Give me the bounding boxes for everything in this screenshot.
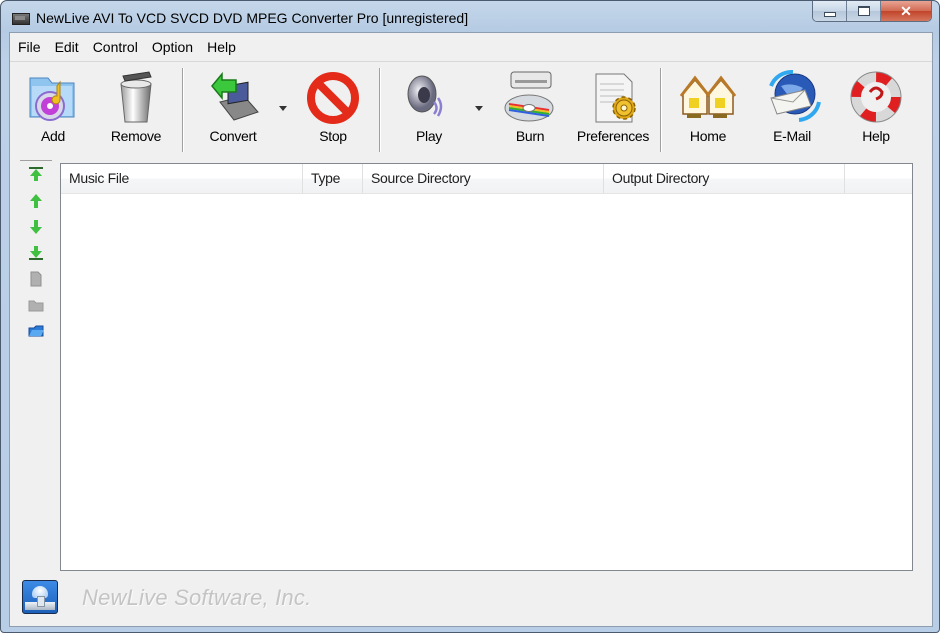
toolbar-separator <box>660 68 662 152</box>
maximize-icon <box>857 6 870 16</box>
menu-option[interactable]: Option <box>152 39 200 55</box>
folder-button-disabled[interactable] <box>27 296 45 314</box>
stop-icon <box>307 72 359 124</box>
move-to-bottom-icon <box>29 246 43 260</box>
toolbar-separator <box>182 68 184 152</box>
arrow-down-icon <box>30 220 42 234</box>
company-name: NewLive Software, Inc. <box>82 585 312 610</box>
close-icon: ✕ <box>900 2 912 19</box>
app-window: NewLive AVI To VCD SVCD DVD MPEG Convert… <box>0 0 940 633</box>
help-label: Help <box>862 128 890 144</box>
home-icon <box>679 75 737 118</box>
add-label: Add <box>40 128 65 144</box>
preferences-gear-icon <box>595 73 636 123</box>
email-button[interactable]: E-Mail <box>762 68 822 148</box>
menu-help[interactable]: Help <box>207 39 243 55</box>
title-bar: NewLive AVI To VCD SVCD DVD MPEG Convert… <box>1 1 939 33</box>
column-header-source-directory[interactable]: Source Directory <box>363 164 604 193</box>
menu-bar: File Edit Control Option Help <box>10 33 932 62</box>
add-button[interactable]: Add <box>23 68 83 148</box>
arrow-up-icon <box>30 194 42 208</box>
client-area: File Edit Control Option Help Add Remove… <box>9 32 933 627</box>
move-to-top-button[interactable] <box>27 165 45 183</box>
add-music-folder-icon <box>29 77 75 121</box>
move-to-top-icon <box>29 167 43 181</box>
email-globe-icon <box>769 69 821 122</box>
convert-icon <box>211 71 259 121</box>
home-button[interactable]: Home <box>678 68 738 148</box>
toolbar-separator <box>379 68 381 152</box>
menu-control[interactable]: Control <box>93 39 145 55</box>
close-button[interactable]: ✕ <box>881 1 931 21</box>
folder-icon <box>28 300 44 312</box>
convert-button[interactable]: Convert <box>203 68 263 148</box>
help-button[interactable]: Help <box>846 68 906 148</box>
sidebar-separator <box>20 160 52 161</box>
move-down-button[interactable] <box>27 218 45 236</box>
column-header-output-directory[interactable]: Output Directory <box>604 164 845 193</box>
window-controls: ✕ <box>812 1 932 22</box>
burn-label: Burn <box>515 128 545 144</box>
burn-disc-icon <box>504 71 554 122</box>
column-header-type[interactable]: Type <box>303 164 363 193</box>
move-up-button[interactable] <box>27 192 45 210</box>
window-title: NewLive AVI To VCD SVCD DVD MPEG Convert… <box>36 10 469 26</box>
file-list[interactable]: Music File Type Source Directory Output … <box>60 163 913 571</box>
open-folder-icon <box>28 325 44 337</box>
stop-button[interactable]: Stop <box>303 68 363 148</box>
burn-button[interactable]: Burn <box>500 68 560 148</box>
maximize-button[interactable] <box>847 1 881 21</box>
preferences-label: Preferences <box>576 128 650 144</box>
newlive-logo[interactable] <box>22 580 58 614</box>
open-folder-button[interactable] <box>27 322 45 340</box>
document-icon <box>30 271 42 287</box>
column-header-empty[interactable] <box>845 164 912 193</box>
remove-label: Remove <box>110 128 162 144</box>
play-dropdown-arrow[interactable] <box>475 106 483 111</box>
app-icon <box>12 13 30 25</box>
logo-stem <box>37 596 45 607</box>
speaker-icon <box>407 75 443 117</box>
menu-edit[interactable]: Edit <box>55 39 86 55</box>
email-label: E-Mail <box>773 128 811 144</box>
toolbar: Add Remove Convert Stop Play Burn Prefer… <box>10 62 932 154</box>
trash-can-icon <box>120 71 152 123</box>
lifebuoy-help-icon <box>850 71 902 123</box>
copy-button[interactable] <box>27 270 45 288</box>
minimize-icon <box>823 11 836 17</box>
convert-label: Convert <box>209 128 257 144</box>
menu-file[interactable]: File <box>18 39 48 55</box>
preferences-button[interactable]: Preferences <box>576 68 650 148</box>
convert-dropdown-arrow[interactable] <box>279 106 287 111</box>
stop-label: Stop <box>319 128 347 144</box>
move-to-bottom-button[interactable] <box>27 244 45 262</box>
column-header-music-file[interactable]: Music File <box>61 164 303 193</box>
minimize-button[interactable] <box>813 1 847 21</box>
remove-button[interactable]: Remove <box>106 68 166 148</box>
list-header: Music File Type Source Directory Output … <box>61 164 912 194</box>
play-button[interactable]: Play <box>399 68 459 148</box>
play-label: Play <box>415 128 443 144</box>
home-label: Home <box>689 128 727 144</box>
